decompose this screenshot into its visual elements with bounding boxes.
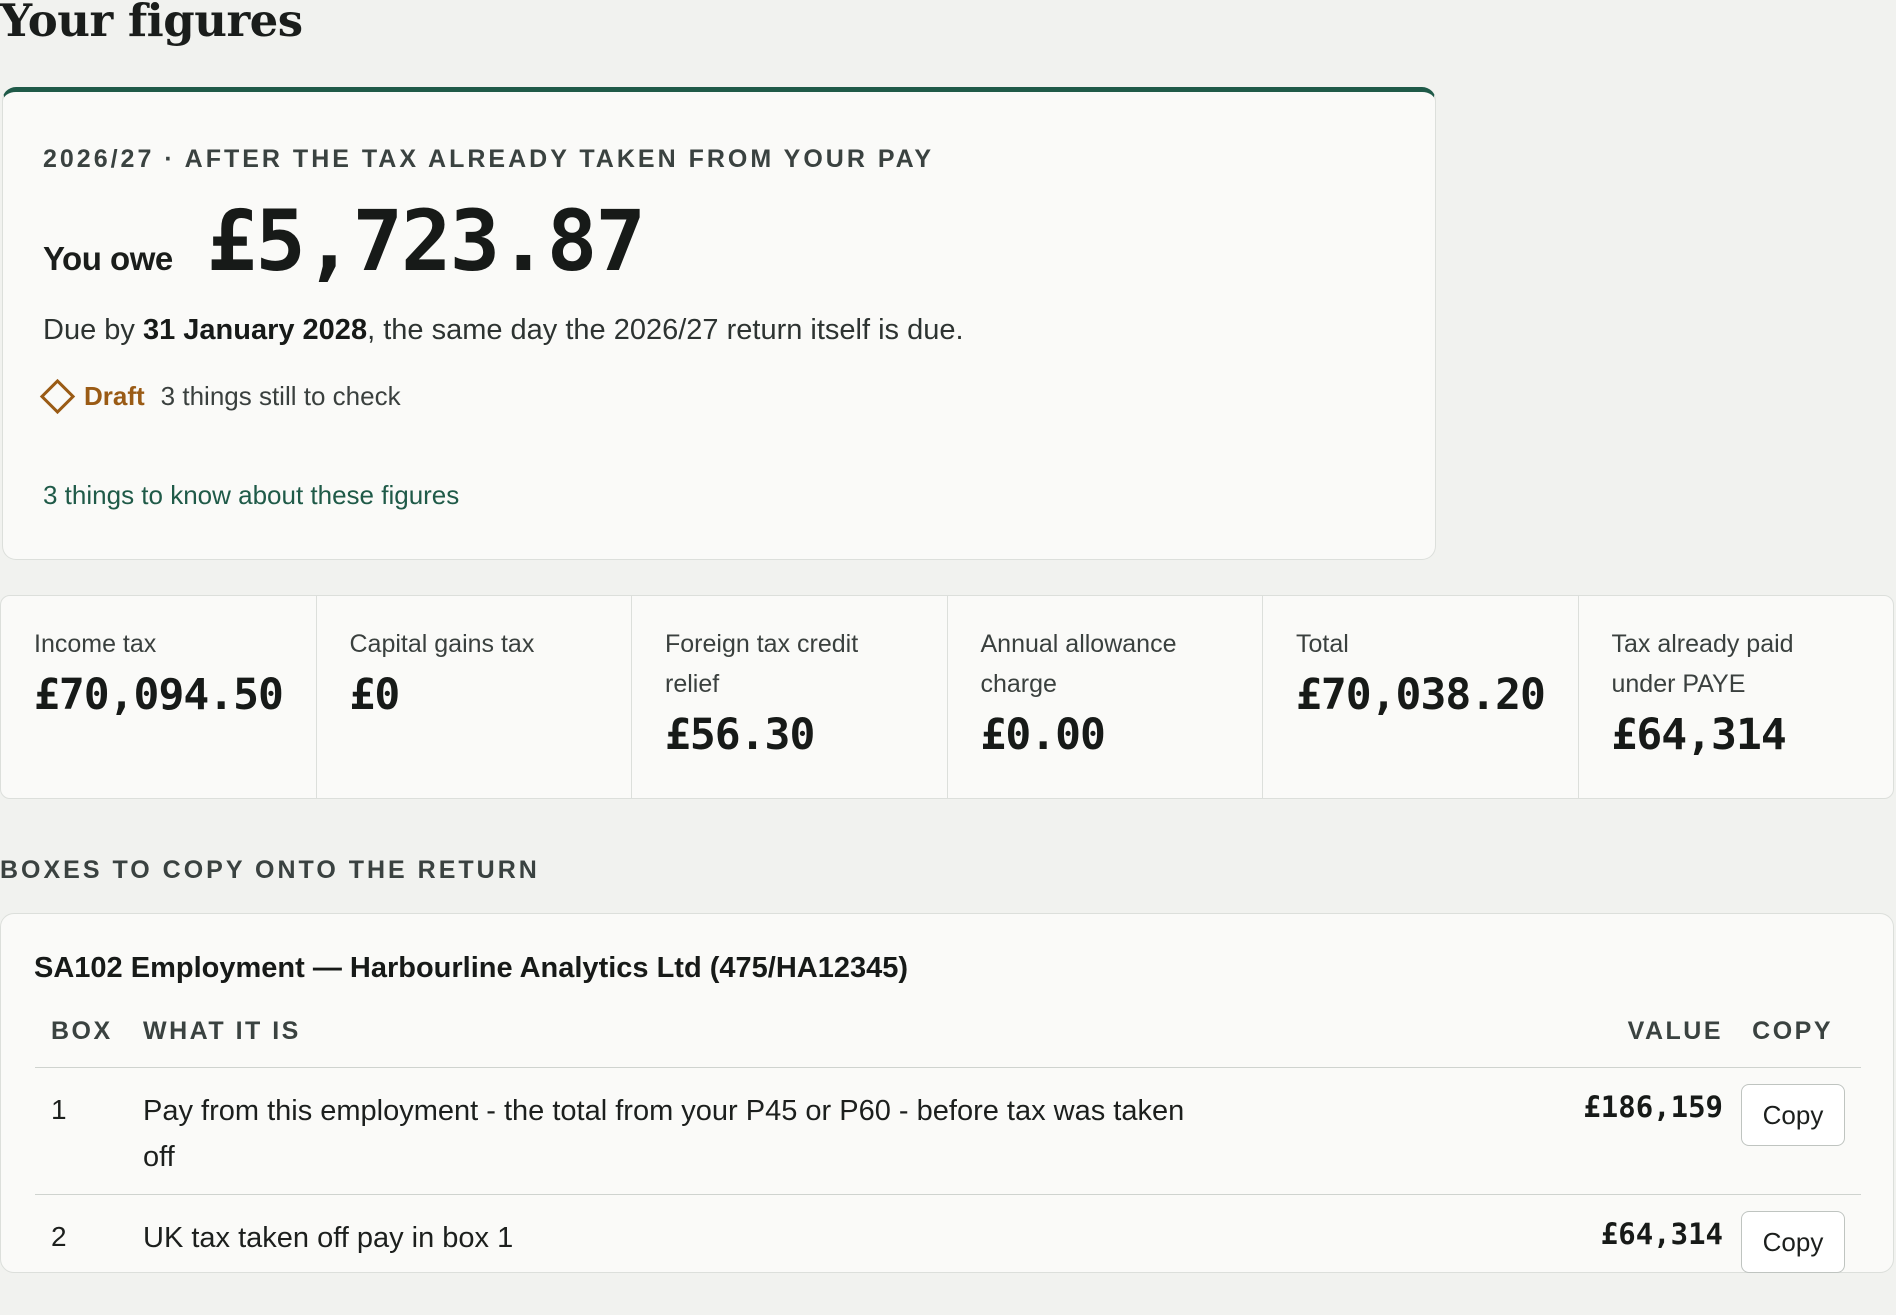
boxes-card: SA102 Employment — Harbourline Analytics… <box>0 913 1894 1273</box>
column-header-value: Value <box>1627 1017 1723 1045</box>
stat-foreign-tax-credit-relief: Foreign tax credit relief £56.30 <box>632 596 948 798</box>
copy-button[interactable]: Copy <box>1741 1211 1845 1273</box>
owe-row: You owe £5,723.87 <box>43 192 646 290</box>
owe-amount: £5,723.87 <box>206 192 646 290</box>
boxes-section-heading: Boxes to copy onto the return <box>0 856 540 884</box>
stat-label: Capital gains tax <box>349 630 535 658</box>
table-row: 1 Pay from this employment - the total f… <box>35 1068 1861 1195</box>
tax-stats: Income tax £70,094.50 Capital gains tax … <box>0 595 1894 799</box>
box-description: Pay from this employment - the total fro… <box>143 1095 1185 1173</box>
stat-tax-paid-paye: Tax already paid under PAYE £64,314 <box>1579 596 1894 798</box>
tax-year-eyebrow: 2026/27 · after the tax already taken fr… <box>43 145 935 173</box>
column-header-what: What it is <box>143 1017 301 1045</box>
boxes-card-title: SA102 Employment — Harbourline Analytics… <box>34 952 909 984</box>
page-title: Your figures <box>0 0 303 47</box>
status-badge: Draft <box>84 381 145 411</box>
copy-button[interactable]: Copy <box>1741 1084 1845 1146</box>
due-date: 31 January 2028 <box>142 314 368 346</box>
status-row: Draft 3 things still to check <box>39 378 401 415</box>
stat-label: Tax already paid under PAYE <box>1611 630 1794 698</box>
status-note: 3 things still to check <box>160 381 401 411</box>
stat-value: £70,038.20 <box>1296 670 1546 720</box>
stat-value: £0.00 <box>980 710 1106 760</box>
stat-value: £64,314 <box>1611 710 1787 760</box>
owe-label: You owe <box>43 240 173 277</box>
stat-annual-allowance-charge: Annual allowance charge £0.00 <box>948 596 1263 798</box>
due-line: Due by 31 January 2028, the same day the… <box>43 314 964 347</box>
stat-value: £56.30 <box>665 710 815 760</box>
stat-capital-gains-tax: Capital gains tax £0 <box>317 596 632 798</box>
diamond-icon <box>39 378 76 415</box>
due-suffix: , the same day the 2026/27 return itself… <box>367 314 964 346</box>
things-to-know-link[interactable]: 3 things to know about these figures <box>43 480 459 511</box>
stat-label: Annual allowance charge <box>980 630 1177 698</box>
stat-value: £70,094.50 <box>34 670 284 720</box>
box-description: UK tax taken off pay in box 1 <box>143 1222 514 1254</box>
box-number: 2 <box>51 1221 67 1252</box>
stat-income-tax: Income tax £70,094.50 <box>1 596 317 798</box>
stat-label: Foreign tax credit relief <box>665 630 859 698</box>
box-value: £186,159 <box>1583 1090 1723 1124</box>
stat-value: £0 <box>349 670 401 720</box>
column-header-box: Box <box>51 1017 113 1045</box>
due-prefix: Due by <box>43 314 143 346</box>
box-value: £64,314 <box>1600 1217 1723 1251</box>
box-number: 1 <box>51 1094 67 1125</box>
stat-total: Total £70,038.20 <box>1263 596 1579 798</box>
table-row: 2 UK tax taken off pay in box 1 £64,314 … <box>35 1195 1861 1315</box>
column-header-copy: Copy <box>1752 1017 1833 1045</box>
stat-label: Income tax <box>34 630 157 658</box>
stat-label: Total <box>1296 630 1349 658</box>
summary-card: 2026/27 · after the tax already taken fr… <box>2 87 1436 560</box>
